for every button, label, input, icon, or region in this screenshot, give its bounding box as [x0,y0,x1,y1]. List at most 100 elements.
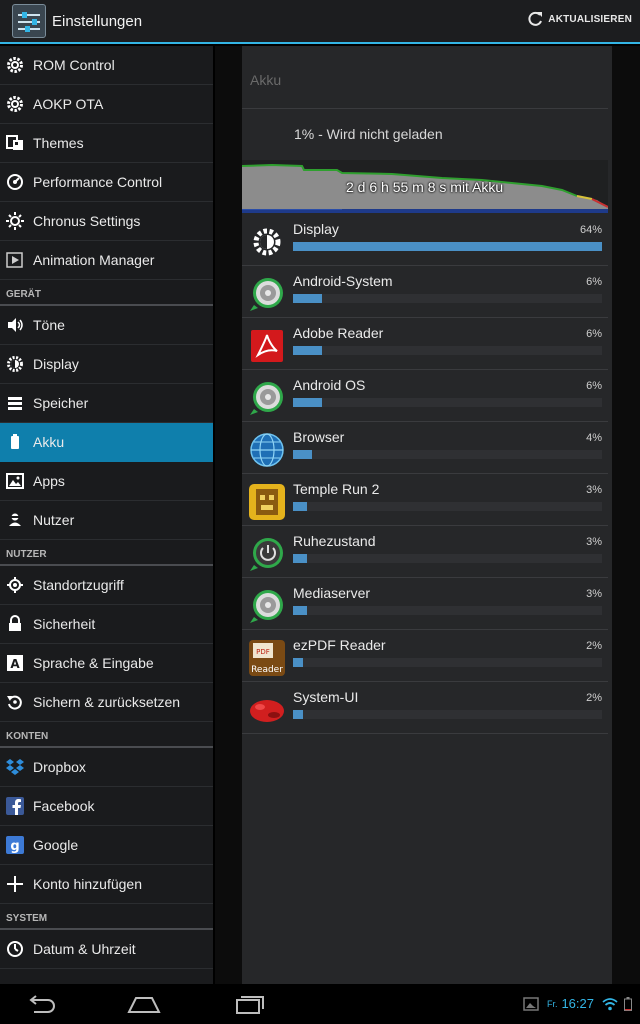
battery-usage-row[interactable]: Temple Run 2 3% [242,474,608,526]
section-header-konten: KONTEN [0,722,213,748]
display-brightness-icon [248,223,286,261]
android-system-icon [248,275,286,313]
usage-bar [293,554,307,563]
status-day: Fr. [546,998,558,1009]
sidebar-item-label: Display [33,356,79,372]
battery-status-icon [624,996,632,1011]
usage-percent: 2% [586,692,602,704]
plus-icon [5,874,25,894]
gear-icon [5,55,25,75]
usage-percent: 6% [586,328,602,340]
battery-status: 1% - Wird nicht geladen [294,126,443,142]
animation-icon [5,250,25,270]
android-os-icon [248,379,286,417]
brightness-icon [5,354,25,374]
usage-bar [293,710,303,719]
settings-app-icon[interactable] [12,4,46,38]
sidebar-item-label: Sichern & zurücksetzen [33,694,181,710]
sidebar-item-performance-control[interactable]: Performance Control [0,163,213,202]
section-header-system: SYSTEM [0,904,213,930]
battery-usage-row[interactable]: PDF Reader ezPDF Reader 2% [242,630,608,682]
divider [242,108,608,109]
sidebar-item-label: Standortzugriff [33,577,124,593]
sidebar-item-label: Performance Control [33,174,163,190]
battery-usage-row[interactable]: Adobe Reader 6% [242,318,608,370]
sidebar-item-chronus-settings[interactable]: Chronus Settings [0,202,213,241]
sidebar-item-display[interactable]: Display [0,345,213,384]
usage-bar-track [293,554,602,563]
sidebar-item-sicherheit[interactable]: Sicherheit [0,605,213,644]
sun-icon [5,211,25,231]
sidebar-item-datum-uhrzeit[interactable]: Datum & Uhrzeit [0,930,213,969]
battery-usage-row[interactable]: System-UI 2% [242,682,608,734]
sidebar-item-label: Speicher [33,395,89,411]
app-name: Temple Run 2 [293,481,380,497]
app-name: System-UI [293,689,359,705]
sidebar-item-dropbox[interactable]: Dropbox [0,748,213,787]
usage-percent: 6% [586,276,602,288]
battery-usage-row[interactable]: Mediaserver 3% [242,578,608,630]
usage-bar-track [293,242,602,251]
usage-bar-track [293,502,602,511]
gear-icon [5,94,25,114]
usage-bar [293,502,307,511]
battery-usage-row[interactable]: Ruhezustand 3% [242,526,608,578]
clock-icon [5,939,25,959]
page-title: Einstellungen [52,12,143,30]
sidebar-item-facebook[interactable]: Facebook [0,787,213,826]
battery-panel: Akku 1% - Wird nicht geladen 2 d 6 h 55 … [242,46,612,984]
storage-icon [5,393,25,413]
battery-usage-row[interactable]: Android OS 6% [242,370,608,422]
sidebar-item-label: Apps [33,473,65,489]
power-icon [248,535,286,573]
sidebar-item-nutzer[interactable]: Nutzer [0,501,213,540]
refresh-icon [528,11,543,26]
usage-bar-track [293,658,602,667]
usage-percent: 3% [586,536,602,548]
recent-apps-button[interactable] [228,992,268,1016]
sidebar-item-standortzugriff[interactable]: Standortzugriff [0,566,213,605]
sidebar-item-speicher[interactable]: Speicher [0,384,213,423]
settings-sidebar: ROM Control AOKP OTA Themes Performance … [0,46,213,984]
sidebar-item-label: ROM Control [33,57,115,73]
sidebar-item-label: Google [33,837,79,853]
lock-icon [5,614,25,634]
svg-text:A: A [10,657,20,671]
sidebar-item-label: Akku [33,434,65,450]
sidebar-item-google[interactable]: g Google [0,826,213,865]
sidebar-item-apps[interactable]: Apps [0,462,213,501]
gallery-notification-icon [523,996,539,1011]
battery-icon [5,432,25,452]
usage-bar-track [293,294,602,303]
usage-bar [293,294,322,303]
sidebar-item-label: Themes [33,135,84,151]
sidebar-item-konto-hinzufuegen[interactable]: Konto hinzufügen [0,865,213,904]
sidebar-item-rom-control[interactable]: ROM Control [0,46,213,85]
sidebar-item-akku[interactable]: Akku [0,423,213,462]
battery-usage-row[interactable]: Browser 4% [242,422,608,474]
adobe-reader-icon [248,327,286,365]
app-name: Mediaserver [293,585,371,601]
usage-bar-track [293,606,602,615]
status-area[interactable]: Fr. 16:27 [523,996,632,1011]
sidebar-item-themes[interactable]: Themes [0,124,213,163]
refresh-button[interactable]: AKTUALISIEREN [526,10,632,28]
app-name: Display [293,221,339,237]
usage-bar-track [293,450,602,459]
facebook-icon [5,796,25,816]
sidebar-item-aokp-ota[interactable]: AOKP OTA [0,85,213,124]
refresh-label: AKTUALISIEREN [548,13,632,25]
sidebar-item-animation-manager[interactable]: Animation Manager [0,241,213,280]
sidebar-item-sprache-eingabe[interactable]: A Sprache & Eingabe [0,644,213,683]
svg-text:Reader: Reader [251,665,283,675]
sidebar-item-toene[interactable]: Töne [0,306,213,345]
section-header-geraet: GERÄT [0,280,213,306]
battery-usage-row[interactable]: Android-System 6% [242,266,608,318]
navigation-bar: Fr. 16:27 [0,984,640,1024]
back-button[interactable] [22,992,62,1016]
home-button[interactable] [124,992,164,1016]
app-name: Browser [293,429,345,445]
usage-bar [293,346,322,355]
battery-usage-row[interactable]: Display 64% [242,214,608,266]
sidebar-item-sichern-zuruecksetzen[interactable]: Sichern & zurücksetzen [0,683,213,722]
